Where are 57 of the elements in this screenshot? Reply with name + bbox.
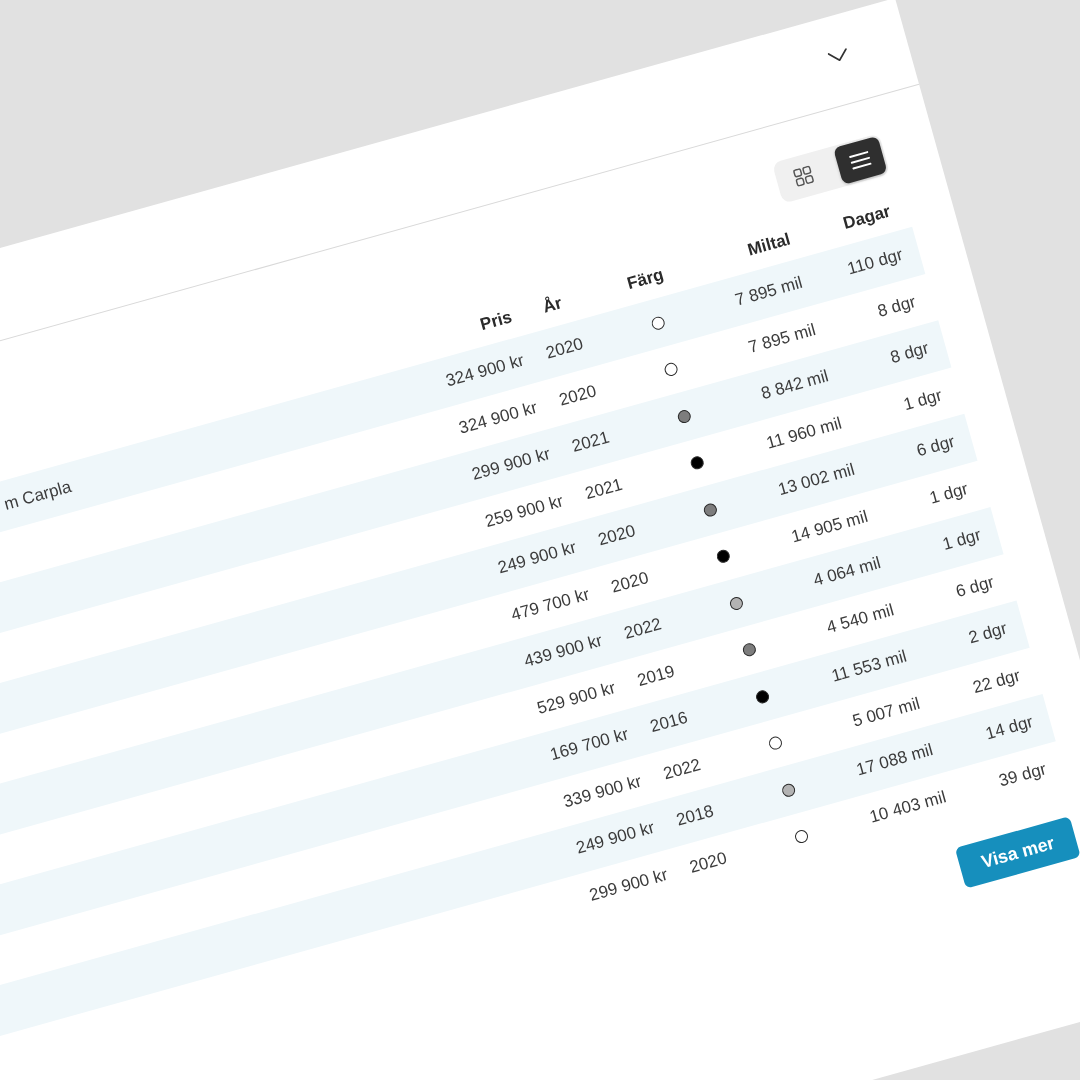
price-value: 439 900 kr [521, 631, 605, 672]
days-value: 110 dgr [845, 245, 905, 280]
days-value: 1 dgr [927, 478, 971, 509]
year-value: 2016 [648, 708, 690, 738]
days-value: 22 dgr [970, 665, 1023, 698]
year-value: 2022 [661, 754, 703, 785]
days-value: 6 dgr [953, 572, 997, 602]
column-heading: Pris [477, 307, 515, 336]
list-icon [848, 148, 873, 172]
mileage-value: 13 002 mil [776, 459, 857, 501]
year-value: 2020 [609, 567, 651, 598]
price-value: 479 700 kr [508, 584, 592, 626]
grid-icon [791, 164, 816, 188]
days-value: 1 dgr [901, 385, 945, 415]
mileage-value: 11 960 mil [764, 413, 844, 454]
year-value: 2019 [635, 661, 677, 691]
year-value: 2022 [622, 614, 664, 644]
days-value: 8 dgr [875, 291, 919, 322]
price-value: 169 700 kr [548, 724, 631, 766]
mileage-value: 11 553 mil [829, 646, 910, 687]
price-value: 299 900 kr [587, 864, 670, 906]
mileage-value: 14 905 mil [789, 506, 871, 547]
days-value: 1 dgr [940, 525, 984, 556]
mileage-value: 7 895 mil [733, 273, 805, 311]
mileage-value: 8 842 mil [759, 366, 831, 405]
column-heading: Färg [625, 264, 666, 295]
price-value: 259 900 kr [482, 490, 566, 532]
mileage-value: 10 403 mil [867, 786, 949, 828]
listing-name-text: m Carpla [1, 477, 74, 515]
year-value: 2018 [674, 801, 717, 831]
days-value: 39 dgr [996, 758, 1049, 792]
price-value: 324 900 kr [456, 397, 540, 439]
year-value: 2020 [556, 381, 599, 411]
mileage-value: 4 540 mil [824, 600, 897, 638]
price-value: 299 900 kr [469, 444, 553, 486]
days-value: 2 dgr [966, 618, 1010, 649]
year-value: 2021 [582, 474, 625, 504]
days-value: 6 dgr [914, 431, 958, 462]
mileage-value: 17 088 mil [854, 740, 936, 781]
price-value: 249 900 kr [495, 537, 579, 579]
mileage-value: 4 064 mil [811, 553, 884, 592]
column-heading: Miltal [745, 229, 793, 261]
column-heading: År [540, 293, 565, 318]
mileage-value: 7 895 mil [746, 319, 818, 358]
show-more-button[interactable]: Visa mer [955, 816, 1080, 889]
price-value: 324 900 kr [443, 350, 527, 392]
mileage-value: 5 007 mil [850, 693, 923, 732]
year-value: 2020 [687, 848, 730, 878]
price-value: 529 900 kr [535, 677, 618, 719]
price-value: 249 900 kr [574, 817, 657, 859]
year-value: 2021 [569, 427, 612, 458]
days-value: 14 dgr [983, 712, 1036, 745]
price-value: 339 900 kr [561, 771, 644, 813]
year-value: 2020 [543, 334, 586, 364]
year-value: 2020 [596, 521, 638, 551]
column-heading: Dagar [841, 201, 893, 234]
days-value: 8 dgr [888, 338, 932, 369]
